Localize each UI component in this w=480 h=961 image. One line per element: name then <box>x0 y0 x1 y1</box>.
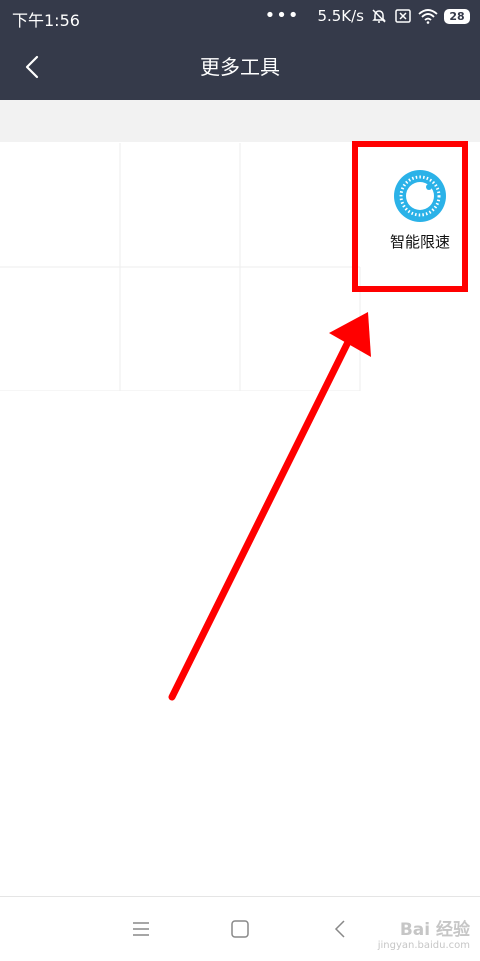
nav-bar: 更多工具 <box>0 34 480 100</box>
wifi-icon <box>418 8 438 24</box>
menu-icon <box>133 922 149 936</box>
battery-indicator: 28 <box>444 8 470 24</box>
baidu-watermark: Bai 经验 jingyan.baidu.com <box>378 915 470 951</box>
status-time: 下午1:56 <box>12 11 80 30</box>
status-bar: 下午1:56 ••• 5.5K/s 28 <box>0 0 480 34</box>
chevron-left-icon <box>25 55 39 79</box>
chevron-left-icon <box>334 920 345 938</box>
watermark-sub: jingyan.baidu.com <box>377 940 470 951</box>
home-square-icon <box>231 920 249 938</box>
tool-cell-empty <box>240 143 360 267</box>
status-icons: ••• 5.5K/s 28 <box>265 7 470 25</box>
tool-cell-empty <box>120 267 240 391</box>
no-sim-icon <box>394 8 412 24</box>
network-speed: 5.5K/s <box>317 7 364 25</box>
back-button[interactable] <box>18 52 48 82</box>
tools-grid: 智能限速 <box>0 143 480 391</box>
mute-bell-icon <box>370 7 388 25</box>
page-title: 更多工具 <box>200 55 280 79</box>
back-nav-button[interactable] <box>329 917 353 941</box>
home-button[interactable] <box>228 917 252 941</box>
tool-cell-empty <box>0 267 120 391</box>
tool-cell-empty <box>240 267 360 391</box>
watermark-main: Bai 经验 <box>399 920 470 940</box>
tool-smart-speed-limit[interactable]: 智能限速 <box>360 143 480 267</box>
menu-button[interactable] <box>129 917 153 941</box>
more-dots-icon: ••• <box>264 5 300 26</box>
speed-limit-dial-icon <box>394 170 446 222</box>
system-nav-bar: Bai 经验 jingyan.baidu.com <box>0 896 480 961</box>
section-divider <box>0 100 480 142</box>
tool-label: 智能限速 <box>389 233 450 251</box>
tool-cell-empty <box>120 143 240 267</box>
tool-cell-empty <box>0 143 120 267</box>
